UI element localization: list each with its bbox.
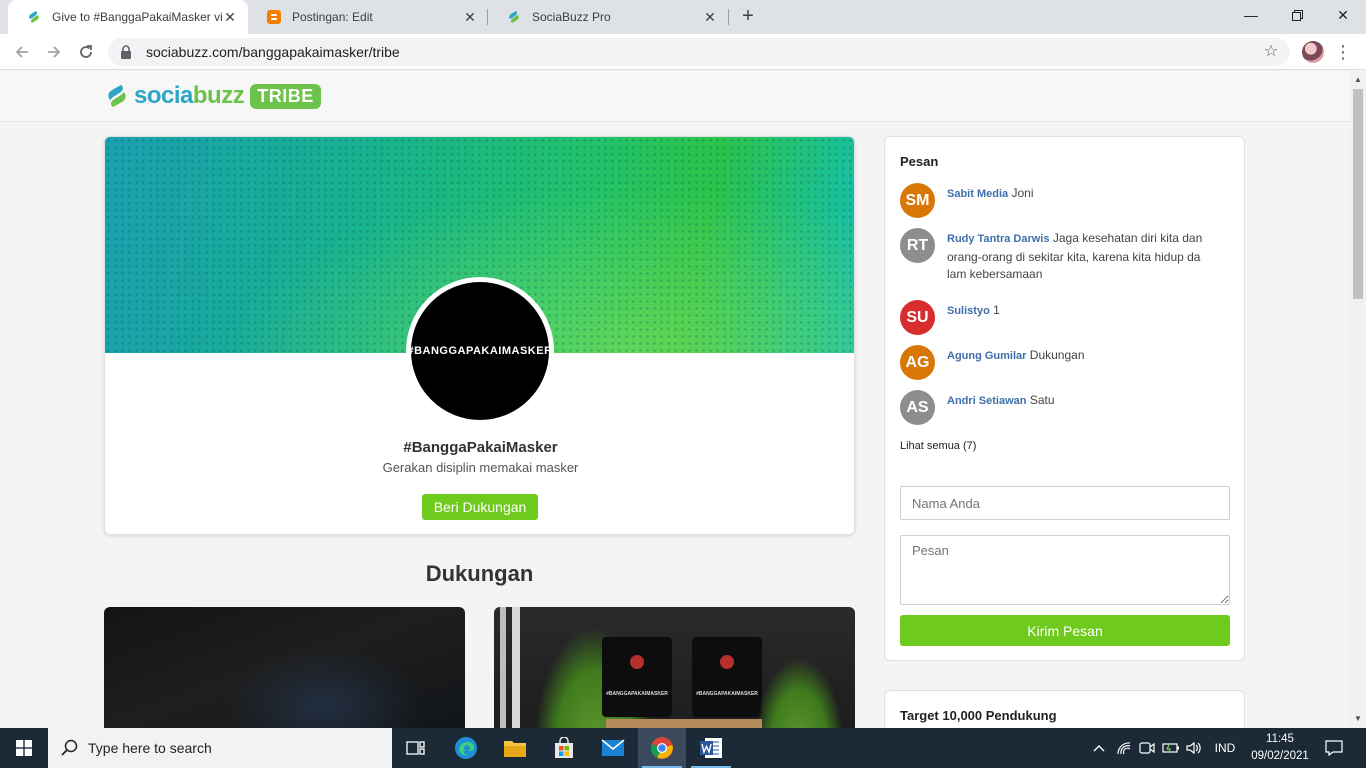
message-textarea[interactable] (900, 535, 1230, 605)
list-item: SU Sulistyo 1 (900, 300, 1230, 336)
close-tab-icon[interactable]: ✕ (222, 9, 238, 25)
reload-icon[interactable] (74, 40, 98, 64)
volume-icon[interactable] (1183, 728, 1205, 768)
give-support-button[interactable]: Beri Dukungan (422, 494, 538, 520)
message-text: 1 (993, 303, 1000, 317)
url-text[interactable]: sociabuzz.com/banggapakaimasker/tribe (146, 44, 400, 60)
logo-wordmark: sociabuzz (134, 82, 245, 109)
message-author[interactable]: Rudy Tantra Darwis (947, 233, 1050, 245)
list-item: SM Sabit Media Joni (900, 183, 1230, 219)
show-hidden-icons-icon[interactable] (1088, 728, 1110, 768)
bookmark-star-icon[interactable]: ☆ (1262, 43, 1280, 61)
list-item: RT Rudy Tantra Darwis Jaga kesehatan dir… (900, 228, 1230, 288)
support-thumbnail[interactable]: #BANGGAPAKAIMASKER #BANGGAPAKAIMASKER (494, 607, 855, 728)
tab-give-banggapakaimasker[interactable]: Give to #BanggaPakaiMasker via ✕ (8, 0, 248, 34)
messages-card: Pesan SM Sabit Media Joni RT Rudy Tantra… (884, 136, 1245, 661)
tab-title: Give to #BanggaPakaiMasker via (52, 10, 222, 24)
windows-start-icon[interactable] (0, 728, 48, 768)
lock-icon[interactable] (120, 45, 134, 59)
tab-title: Postingan: Edit (292, 10, 373, 24)
tab-title: SociaBuzz Pro (532, 10, 611, 24)
page-viewport: sociabuzz TRIBE #BANGGAPAKAIMASKER #Bang… (0, 71, 1350, 728)
search-icon (61, 739, 78, 756)
tribe-badge: TRIBE (250, 83, 321, 109)
avatar-text: #BANGGAPAKAIMASKER (407, 345, 553, 357)
message-author[interactable]: Sabit Media (947, 188, 1008, 200)
message-text: Joni (1011, 186, 1034, 200)
network-icon[interactable] (1114, 728, 1134, 768)
sociabuzz-favicon-icon (26, 9, 42, 25)
site-header: sociabuzz TRIBE (0, 71, 1350, 122)
forward-arrow-icon[interactable] (42, 40, 66, 64)
browser-tab-strip: Give to #BanggaPakaiMasker via ✕ Posting… (0, 0, 1366, 34)
message-text: Dukungan (1029, 348, 1085, 362)
support-thumbnail[interactable] (104, 607, 465, 728)
tab-separator (728, 9, 729, 25)
input-language-indicator[interactable]: IND (1208, 728, 1242, 768)
edge-browser-icon[interactable] (442, 728, 490, 768)
close-window-icon[interactable]: ✕ (1320, 0, 1366, 30)
message-text: Satu (1029, 393, 1055, 407)
sociabuzz-logo-icon (108, 85, 126, 107)
page-scrollbar[interactable]: ▲ ▼ (1350, 71, 1366, 728)
scroll-down-icon[interactable]: ▼ (1350, 712, 1366, 726)
message-author[interactable]: Andri Setiawan (947, 395, 1026, 407)
minimize-icon[interactable]: — (1228, 0, 1274, 30)
sociabuzz-tribe-logo[interactable]: sociabuzz TRIBE (104, 81, 321, 111)
avatar: AS (900, 390, 935, 425)
message-author[interactable]: Sulistyo (947, 305, 990, 317)
target-card: Target 10,000 Pendukung (884, 690, 1245, 728)
scroll-up-icon[interactable]: ▲ (1350, 73, 1366, 87)
tab-sociabuzz-pro[interactable]: SociaBuzz Pro ✕ (488, 0, 728, 34)
avatar: AG (900, 345, 935, 380)
target-title: Target 10,000 Pendukung (900, 708, 1057, 723)
list-item: AS Andri Setiawan Satu (900, 390, 1230, 426)
tab-postingan-edit[interactable]: Postingan: Edit ✕ (248, 0, 488, 34)
restore-icon[interactable] (1274, 0, 1320, 30)
battery-icon[interactable] (1160, 728, 1182, 768)
word-icon[interactable] (687, 728, 735, 768)
notifications-icon[interactable] (1318, 728, 1350, 768)
list-item: AG Agung Gumilar Dukungan (900, 345, 1230, 381)
mail-icon[interactable] (589, 728, 637, 768)
scrollbar-thumb[interactable] (1353, 89, 1363, 299)
back-arrow-icon[interactable] (10, 40, 34, 64)
send-message-button[interactable]: Kirim Pesan (900, 615, 1230, 646)
meet-now-icon[interactable] (1136, 728, 1158, 768)
profile-card: #BANGGAPAKAIMASKER #BanggaPakaiMasker Ge… (104, 136, 855, 535)
profile-description: Gerakan disiplin memakai masker (382, 460, 579, 475)
clock-date: 09/02/2021 (1251, 750, 1309, 762)
chrome-icon[interactable] (638, 728, 686, 768)
taskbar-search-box[interactable]: Type here to search (48, 728, 392, 768)
mask-box-image: #BANGGAPAKAIMASKER (602, 637, 672, 717)
file-explorer-icon[interactable] (491, 728, 539, 768)
profile-avatar[interactable] (1302, 41, 1324, 63)
name-input[interactable] (900, 486, 1230, 520)
clock-time: 11:45 (1266, 733, 1294, 745)
support-section-title: Dukungan (425, 561, 534, 586)
avatar: SU (900, 300, 935, 335)
profile-avatar-large: #BANGGAPAKAIMASKER (406, 277, 554, 425)
message-author[interactable]: Agung Gumilar (947, 350, 1026, 362)
close-tab-icon[interactable]: ✕ (462, 9, 478, 25)
address-bar[interactable]: sociabuzz.com/banggapakaimasker/tribe ☆ (108, 38, 1290, 66)
profile-name: #BanggaPakaiMasker (403, 439, 558, 456)
new-tab-icon[interactable]: + (737, 5, 759, 27)
browser-toolbar: sociabuzz.com/banggapakaimasker/tribe ☆ (0, 34, 1366, 70)
taskbar-clock[interactable]: 11:45 09/02/2021 (1248, 731, 1312, 765)
see-all-messages-link[interactable]: Lihat semua (7) (900, 440, 976, 452)
close-tab-icon[interactable]: ✕ (702, 9, 718, 25)
taskbar-search-placeholder: Type here to search (88, 740, 212, 756)
avatar: RT (900, 228, 935, 263)
mask-box-image: #BANGGAPAKAIMASKER (692, 637, 762, 717)
windows-taskbar: Type here to search IND 11:45 09/02/2021 (0, 728, 1366, 768)
sociabuzz-favicon-icon (506, 9, 522, 25)
blogger-favicon-icon (266, 9, 282, 25)
task-view-icon[interactable] (392, 728, 440, 768)
microsoft-store-icon[interactable] (540, 728, 588, 768)
messages-title: Pesan (900, 154, 939, 169)
chrome-menu-icon[interactable]: ⋮ (1334, 40, 1352, 64)
avatar: SM (900, 183, 935, 218)
